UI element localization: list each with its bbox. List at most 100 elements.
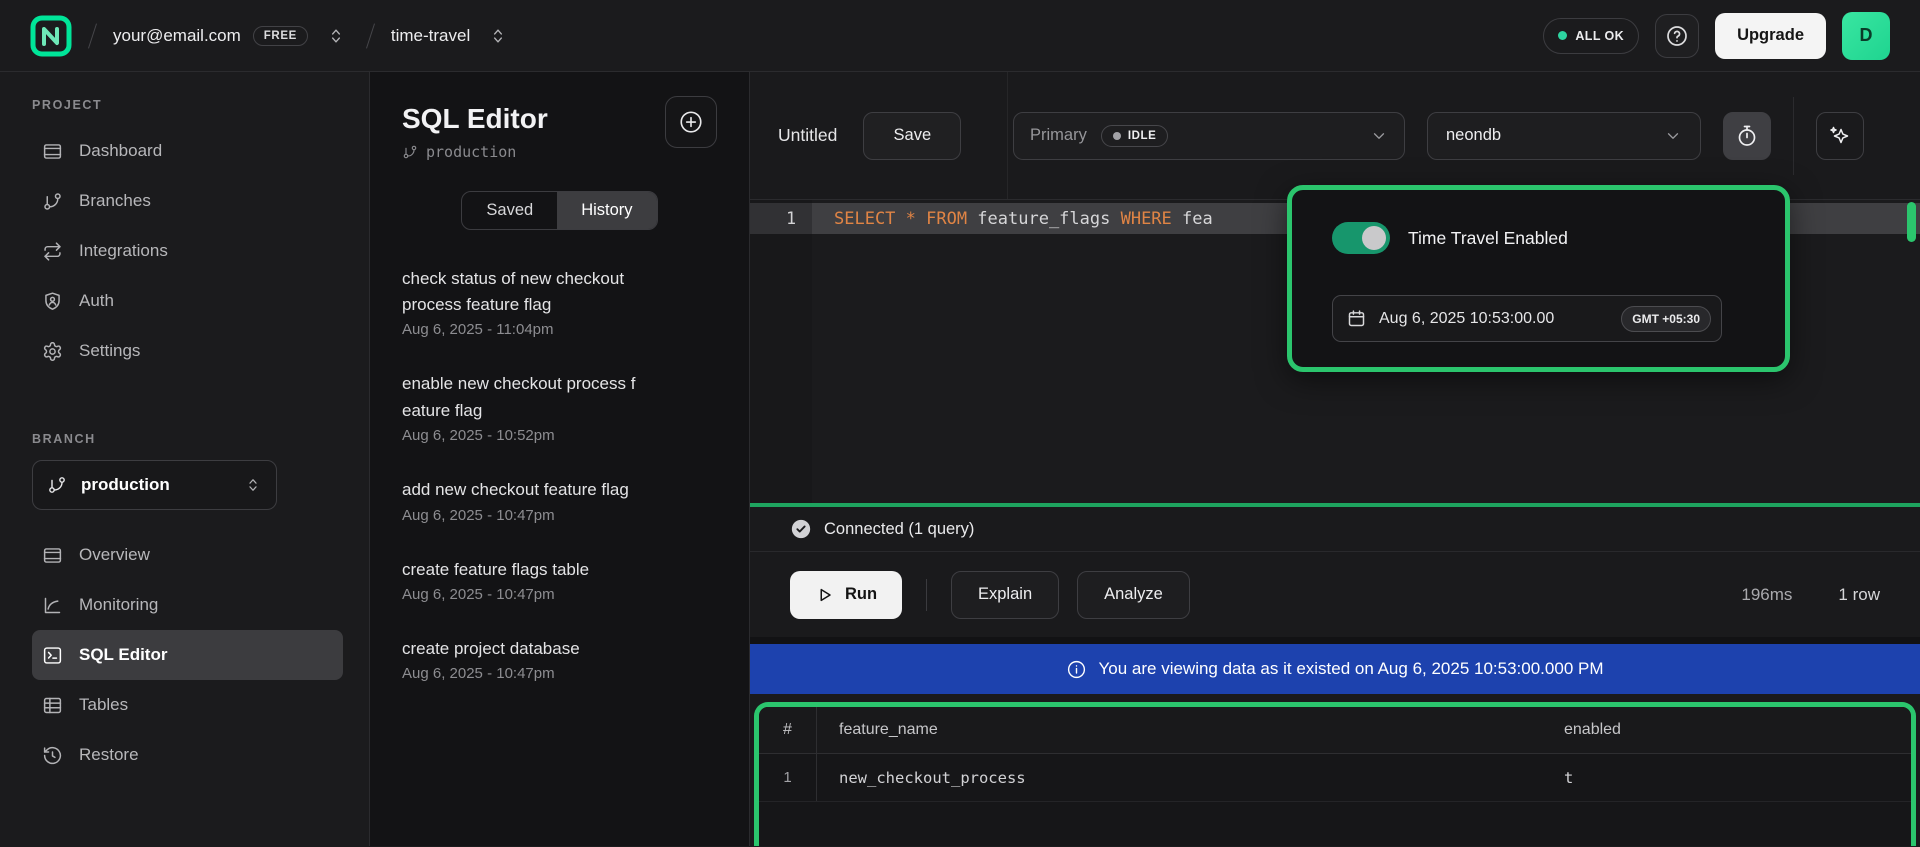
tables-icon — [42, 695, 63, 716]
check-circle-icon — [790, 518, 812, 540]
query-actions-bar: Run Explain Analyze 196ms 1 row — [750, 552, 1920, 637]
history-item-title: create feature flags table — [402, 557, 717, 583]
gear-icon — [42, 341, 63, 362]
git-branch-icon — [47, 475, 67, 495]
tab-history[interactable]: History — [557, 192, 656, 229]
history-item[interactable]: check status of new checkout process fea… — [402, 266, 717, 339]
panel-branch-name: production — [426, 143, 516, 161]
toolbar-divider — [1793, 97, 1794, 175]
editor-gutter — [750, 200, 812, 503]
time-travel-datetime-field[interactable]: Aug 6, 2025 10:53:00.00 GMT +05:30 — [1332, 295, 1722, 342]
time-travel-toggle[interactable] — [1332, 222, 1390, 254]
sql-identifier: fea — [1182, 209, 1213, 229]
history-item[interactable]: create project database Aug 6, 2025 - 10… — [402, 636, 717, 682]
branch-selector-value: production — [81, 475, 230, 495]
history-item-title: enable new checkout process f eature fla… — [402, 371, 717, 424]
scrollbar-thumb[interactable] — [1907, 202, 1916, 242]
sidebar-item-restore[interactable]: Restore — [32, 730, 343, 780]
feature-name-cell: new_checkout_process — [817, 754, 1564, 801]
sidebar-item-label: Restore — [79, 745, 139, 765]
help-button[interactable] — [1655, 14, 1699, 58]
neon-logo-icon[interactable] — [30, 15, 72, 57]
sidebar-item-branches[interactable]: Branches — [32, 176, 343, 226]
sidebar-item-label: Monitoring — [79, 595, 158, 615]
history-item-date: Aug 6, 2025 - 10:52pm — [402, 427, 717, 444]
history-list: check status of new checkout process fea… — [402, 266, 717, 682]
results-section: Connected (1 query) Run Explain Analyze … — [750, 503, 1920, 846]
sidebar-item-settings[interactable]: Settings — [32, 326, 343, 376]
plan-badge: FREE — [253, 26, 308, 46]
project-switcher-button[interactable] — [484, 22, 512, 50]
history-item[interactable]: create feature flags table Aug 6, 2025 -… — [402, 557, 717, 603]
new-query-button[interactable] — [665, 96, 717, 148]
column-header-enabled: enabled — [1564, 707, 1911, 753]
status-badge[interactable]: ALL OK — [1543, 18, 1639, 54]
plus-circle-icon — [678, 109, 704, 135]
history-item-title: add new checkout feature flag — [402, 477, 717, 503]
sidebar-item-monitoring[interactable]: Monitoring — [32, 580, 343, 630]
timezone-badge: GMT +05:30 — [1621, 306, 1711, 332]
query-tab-title[interactable]: Untitled — [778, 125, 837, 146]
compute-status-label: IDLE — [1128, 130, 1157, 142]
toggle-knob — [1362, 226, 1386, 250]
sidebar-item-integrations[interactable]: Integrations — [32, 226, 343, 276]
upgrade-button[interactable]: Upgrade — [1715, 13, 1826, 59]
code-line: SELECT * FROM feature_flags WHERE fea — [834, 203, 1213, 234]
stopwatch-icon — [1735, 124, 1759, 148]
history-item-date: Aug 6, 2025 - 10:47pm — [402, 665, 717, 682]
run-label: Run — [845, 585, 877, 604]
user-avatar[interactable]: D — [1842, 12, 1890, 60]
compute-selector[interactable]: Primary IDLE — [1013, 112, 1405, 160]
sidebar-item-label: Settings — [79, 341, 140, 361]
account-email[interactable]: your@email.com — [113, 26, 241, 46]
sql-editor-panel: SQL Editor production Saved Hist — [370, 72, 750, 846]
calendar-icon — [1346, 308, 1367, 329]
line-number: 1 — [750, 203, 812, 234]
ai-assistant-button[interactable] — [1816, 112, 1864, 160]
sidebar: PROJECT Dashboard Branches Integrations — [0, 72, 370, 846]
compute-status-badge: IDLE — [1101, 125, 1169, 147]
integrations-icon — [42, 241, 63, 262]
sidebar-item-dashboard[interactable]: Dashboard — [32, 126, 343, 176]
chevron-up-down-icon — [326, 26, 346, 46]
history-item[interactable]: enable new checkout process f eature fla… — [402, 371, 717, 444]
breadcrumb-separator — [366, 23, 375, 48]
idle-dot-icon — [1113, 132, 1121, 140]
breadcrumb-separator — [88, 23, 97, 48]
top-nav: your@email.com FREE time-travel ALL OK — [0, 0, 1920, 72]
explain-button[interactable]: Explain — [951, 571, 1059, 619]
git-branch-icon — [402, 144, 418, 160]
time-travel-button[interactable] — [1723, 112, 1771, 160]
sidebar-item-label: Overview — [79, 545, 150, 565]
run-button[interactable]: Run — [790, 571, 902, 619]
tab-saved[interactable]: Saved — [462, 192, 557, 229]
connection-status-bar: Connected (1 query) — [750, 507, 1920, 552]
database-selector[interactable]: neondb — [1427, 112, 1701, 160]
time-travel-banner: You are viewing data as it existed on Au… — [750, 644, 1920, 694]
query-duration: 196ms — [1741, 585, 1792, 605]
sidebar-item-overview[interactable]: Overview — [32, 530, 343, 580]
history-item-date: Aug 6, 2025 - 10:47pm — [402, 586, 717, 603]
toolbar-divider — [1007, 72, 1008, 199]
analyze-button[interactable]: Analyze — [1077, 571, 1190, 619]
table-row[interactable]: 1 new_checkout_process t — [759, 754, 1911, 802]
org-switcher-button[interactable] — [322, 22, 350, 50]
row-count: 1 row — [1838, 585, 1880, 605]
overview-icon — [42, 545, 63, 566]
project-name[interactable]: time-travel — [391, 26, 470, 46]
auth-shield-icon — [42, 291, 63, 312]
sidebar-item-label: SQL Editor — [79, 645, 167, 665]
sidebar-item-sql-editor[interactable]: SQL Editor — [32, 630, 343, 680]
chevron-down-icon — [1370, 127, 1388, 145]
column-header-index: # — [759, 707, 817, 753]
sidebar-item-auth[interactable]: Auth — [32, 276, 343, 326]
enabled-cell: t — [1564, 754, 1911, 801]
save-button[interactable]: Save — [863, 112, 961, 160]
branch-selector[interactable]: production — [32, 460, 277, 510]
git-branch-icon — [42, 191, 63, 212]
branch-section-heading: BRANCH — [32, 432, 343, 446]
restore-icon — [42, 745, 63, 766]
panel-title: SQL Editor — [402, 104, 548, 135]
sidebar-item-tables[interactable]: Tables — [32, 680, 343, 730]
history-item[interactable]: add new checkout feature flag Aug 6, 202… — [402, 477, 717, 523]
